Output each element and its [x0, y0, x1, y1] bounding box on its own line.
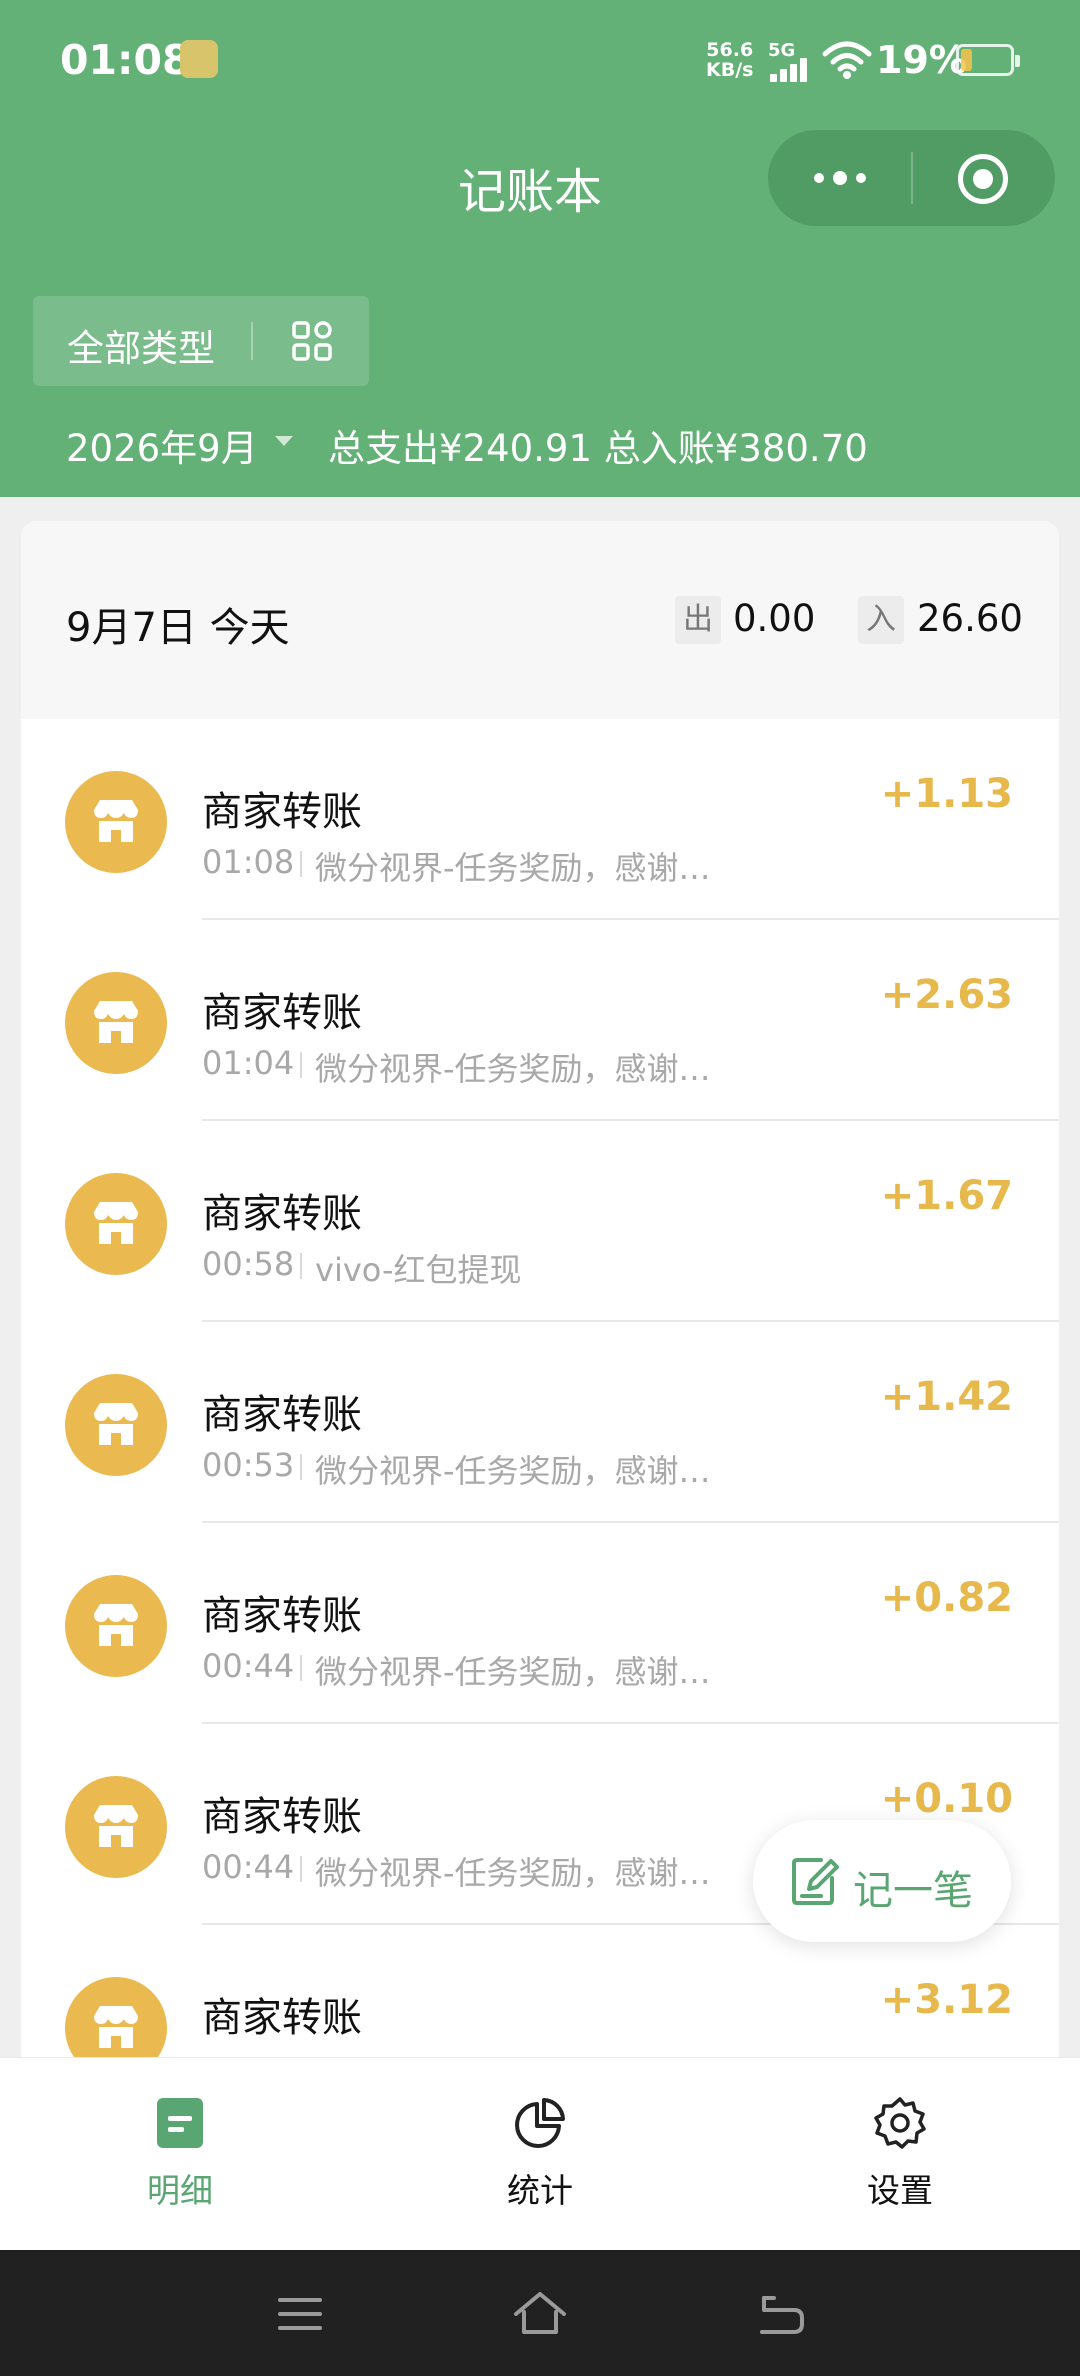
dot-icon — [855, 173, 866, 183]
month-selector[interactable]: 2026年9月 — [66, 418, 258, 472]
transaction-time: 00:44 — [202, 1647, 295, 1685]
day-header: 9月7日 今天 出 0.00 入 26.60 — [21, 521, 1059, 719]
transaction-separator — [300, 1052, 302, 1078]
type-filter-label: 全部类型 — [67, 327, 215, 370]
out-value: 0.00 — [733, 597, 816, 640]
bottom-tab-bar: 明细 统计 设置 — [0, 2057, 1080, 2250]
status-bar: 01:08 56.6 KB/s 5G 19% — [0, 0, 1080, 120]
system-nav-bar — [0, 2250, 1080, 2376]
store-icon — [65, 1575, 167, 1677]
close-target-icon[interactable] — [958, 154, 1008, 204]
transaction-description: vivo-红包提现 — [315, 1251, 522, 1289]
caret-down-icon[interactable] — [275, 436, 293, 446]
store-icon — [65, 771, 167, 873]
transaction-row[interactable]: 商家转账 01:04 微分视界-任务奖励，感谢… +2.63 — [21, 920, 1059, 1121]
dot-icon — [813, 173, 824, 183]
in-value: 26.60 — [917, 597, 1023, 640]
home-icon[interactable] — [512, 2290, 568, 2336]
transaction-amount: +1.13 — [880, 771, 1013, 817]
store-icon — [65, 1374, 167, 1476]
type-filter-divider — [251, 322, 253, 360]
transaction-separator — [300, 851, 302, 877]
store-icon — [65, 1173, 167, 1275]
transaction-name: 商家转账 — [202, 789, 362, 835]
transaction-row[interactable]: 商家转账 00:58 vivo-红包提现 +1.67 — [21, 1121, 1059, 1322]
transaction-row[interactable]: 商家转账 00:44 微分视界-任务奖励，感谢… +0.82 — [21, 1523, 1059, 1724]
mini-program-capsule — [768, 130, 1055, 226]
transaction-amount: +0.82 — [880, 1575, 1013, 1621]
list-document-icon — [157, 2098, 203, 2148]
back-icon[interactable] — [756, 2292, 806, 2336]
transaction-name: 商家转账 — [202, 990, 362, 1036]
menu-icon[interactable] — [276, 2294, 324, 2334]
status-time: 01:08 — [60, 36, 191, 84]
transaction-time: 01:04 — [202, 1044, 295, 1082]
transaction-description: 微分视界-任务奖励，感谢… — [315, 1050, 711, 1088]
transaction-amount: +2.63 — [880, 972, 1013, 1018]
month-totals: 总支出¥240.91 总入账¥380.70 — [328, 427, 868, 470]
transaction-time: 00:58 — [202, 1245, 295, 1283]
app-header: 01:08 56.6 KB/s 5G 19% 记账本 全部类型 2026年9月 … — [0, 0, 1080, 497]
transaction-time: 01:08 — [202, 843, 295, 881]
transaction-name: 商家转账 — [202, 1593, 362, 1639]
tab-label: 统计 — [507, 2171, 573, 2210]
transaction-time: 00:53 — [202, 1446, 295, 1484]
tab-label: 设置 — [867, 2171, 933, 2210]
add-record-button[interactable]: 记一笔 — [753, 1820, 1011, 1942]
transaction-row[interactable]: 商家转账 01:08 微分视界-任务奖励，感谢… +1.13 — [21, 719, 1059, 920]
notification-icon — [180, 40, 218, 78]
store-icon — [65, 1776, 167, 1878]
transaction-description: 微分视界-任务奖励，感谢… — [315, 1854, 711, 1892]
transaction-separator — [300, 1856, 302, 1882]
grid-icon — [292, 321, 332, 361]
transaction-description: 微分视界-任务奖励，感谢… — [315, 1653, 711, 1691]
battery-percent: 19% — [876, 38, 967, 82]
transaction-separator — [300, 1655, 302, 1681]
transaction-amount: +3.12 — [880, 1977, 1013, 2023]
transaction-description: 微分视界-任务奖励，感谢… — [315, 1452, 711, 1490]
network-speed: 56.6 KB/s — [706, 39, 754, 81]
transaction-time: 00:44 — [202, 1848, 295, 1886]
in-tag: 入 — [858, 596, 904, 644]
type-filter-button[interactable]: 全部类型 — [33, 296, 369, 386]
signal-icon — [770, 58, 812, 82]
transaction-name: 商家转账 — [202, 1995, 362, 2041]
transaction-name: 商家转账 — [202, 1191, 362, 1237]
transaction-amount: +1.42 — [880, 1374, 1013, 1420]
out-tag: 出 — [675, 596, 721, 644]
transaction-name: 商家转账 — [202, 1392, 362, 1438]
tab-label: 明细 — [147, 2171, 213, 2210]
wifi-icon — [822, 41, 872, 79]
tab-statistics[interactable]: 统计 — [440, 2058, 640, 2251]
day-title: 9月7日 今天 — [66, 605, 290, 651]
transaction-amount: +1.67 — [880, 1173, 1013, 1219]
capsule-divider — [911, 152, 913, 204]
transaction-description: 微分视界-任务奖励，感谢… — [315, 849, 711, 887]
gear-icon — [874, 2097, 926, 2149]
dot-icon — [832, 171, 847, 185]
transaction-amount: +0.10 — [880, 1776, 1013, 1822]
edit-note-icon — [792, 1858, 839, 1905]
tab-detail[interactable]: 明细 — [80, 2058, 280, 2251]
battery-icon — [956, 44, 1020, 76]
pie-chart-icon — [515, 2098, 565, 2148]
transaction-row[interactable]: 商家转账 00:53 微分视界-任务奖励，感谢… +1.42 — [21, 1322, 1059, 1523]
add-record-label: 记一笔 — [853, 1868, 973, 1914]
store-icon — [65, 972, 167, 1074]
tab-settings[interactable]: 设置 — [800, 2058, 1000, 2251]
transaction-separator — [300, 1454, 302, 1480]
transaction-separator — [300, 1253, 302, 1279]
more-menu-button[interactable] — [768, 130, 911, 226]
transaction-name: 商家转账 — [202, 1794, 362, 1840]
